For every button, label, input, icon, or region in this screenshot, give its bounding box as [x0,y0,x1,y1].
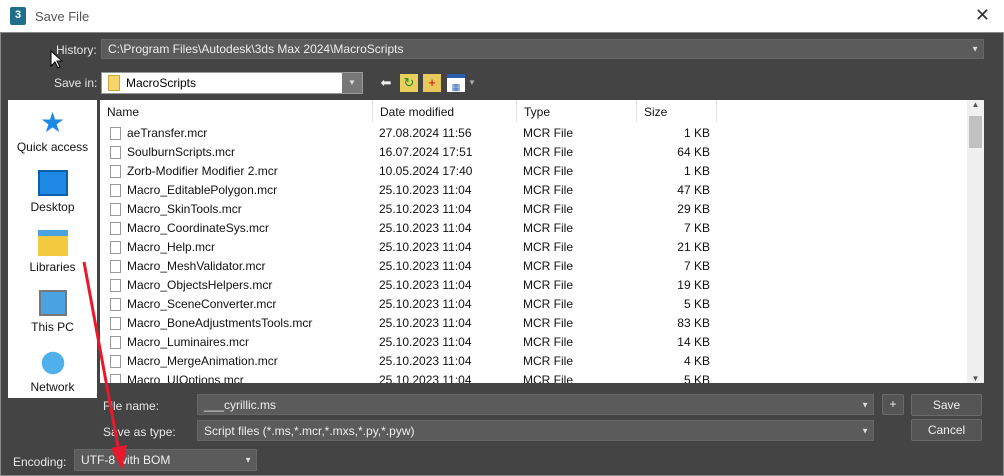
arrow-head [111,445,127,470]
mouse-cursor-icon [50,50,64,69]
annotation-arrow [82,261,127,470]
arrow-shaft [82,261,121,453]
